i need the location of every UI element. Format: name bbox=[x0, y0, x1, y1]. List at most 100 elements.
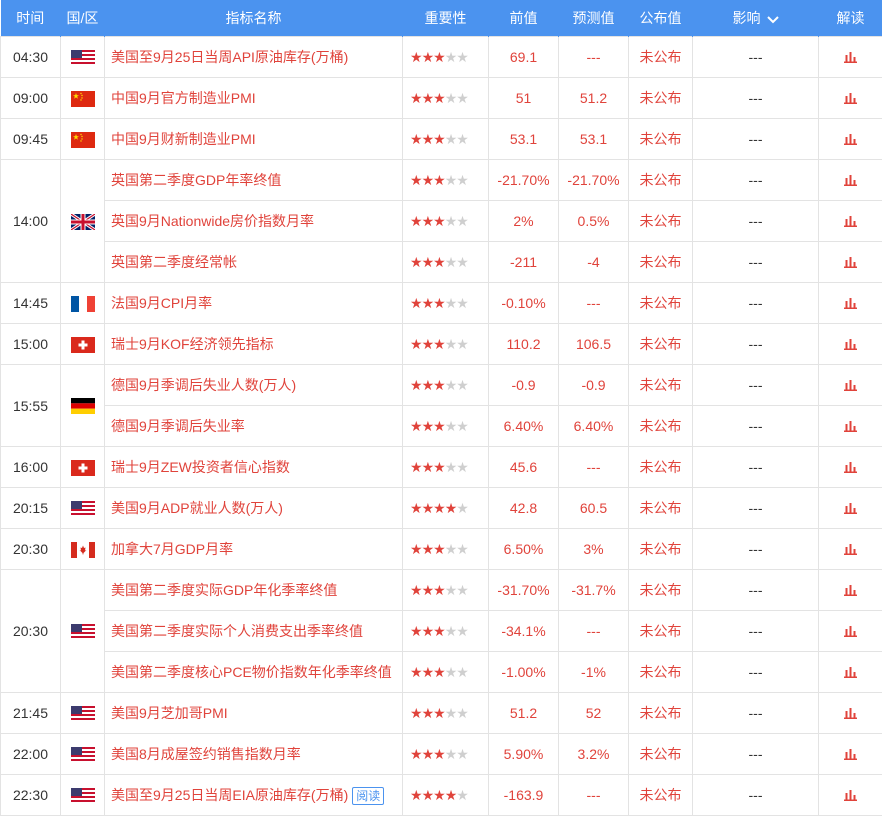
star-filled-icon: ★ bbox=[433, 213, 445, 229]
interpret-cell[interactable] bbox=[819, 693, 882, 734]
bar-chart-icon[interactable] bbox=[844, 665, 857, 681]
header-impact[interactable]: 影响 bbox=[693, 0, 819, 37]
indicator-name-link[interactable]: 瑞士9月KOF经济领先指标 bbox=[111, 336, 274, 352]
bar-chart-icon[interactable] bbox=[844, 91, 857, 107]
interpret-cell[interactable] bbox=[819, 119, 882, 160]
indicator-name-link[interactable]: 美国第二季度核心PCE物价指数年化季率终值 bbox=[111, 664, 392, 680]
bar-chart-icon[interactable] bbox=[844, 460, 857, 476]
switzerland-flag-icon bbox=[71, 460, 95, 476]
event-time: 21:45 bbox=[1, 693, 61, 734]
interpret-cell[interactable] bbox=[819, 242, 882, 283]
france-flag-icon bbox=[71, 296, 95, 312]
bar-chart-icon[interactable] bbox=[844, 173, 857, 189]
indicator-name-cell[interactable]: 中国9月官方制造业PMI bbox=[105, 78, 403, 119]
indicator-name-cell[interactable]: 德国9月季调后失业率 bbox=[105, 406, 403, 447]
indicator-name-link[interactable]: 中国9月财新制造业PMI bbox=[111, 131, 256, 147]
bar-chart-icon[interactable] bbox=[844, 583, 857, 599]
indicator-name-cell[interactable]: 加拿大7月GDP月率 bbox=[105, 529, 403, 570]
bar-chart-icon[interactable] bbox=[844, 747, 857, 763]
bar-chart-icon[interactable] bbox=[844, 214, 857, 230]
chevron-down-icon[interactable] bbox=[767, 11, 779, 27]
bar-chart-icon[interactable] bbox=[844, 337, 857, 353]
indicator-name-link[interactable]: 美国8月成屋签约销售指数月率 bbox=[111, 746, 301, 762]
indicator-name-link[interactable]: 美国9月芝加哥PMI bbox=[111, 705, 228, 721]
interpret-cell[interactable] bbox=[819, 611, 882, 652]
interpret-cell[interactable] bbox=[819, 529, 882, 570]
indicator-name-cell[interactable]: 英国9月Nationwide房价指数月率 bbox=[105, 201, 403, 242]
interpret-cell[interactable] bbox=[819, 652, 882, 693]
interpret-cell[interactable] bbox=[819, 365, 882, 406]
star-filled-icon: ★ bbox=[433, 787, 445, 803]
bar-chart-icon[interactable] bbox=[844, 542, 857, 558]
interpret-cell[interactable] bbox=[819, 570, 882, 611]
indicator-name-cell[interactable]: 美国9月芝加哥PMI bbox=[105, 693, 403, 734]
indicator-name-cell[interactable]: 瑞士9月KOF经济领先指标 bbox=[105, 324, 403, 365]
interpret-cell[interactable] bbox=[819, 488, 882, 529]
indicator-name-link[interactable]: 英国第二季度GDP年率终值 bbox=[111, 172, 281, 188]
indicator-name-link[interactable]: 美国9月ADP就业人数(万人) bbox=[111, 500, 283, 516]
interpret-cell[interactable] bbox=[819, 37, 882, 78]
read-tag-button[interactable]: 阅读 bbox=[352, 787, 384, 805]
indicator-name-cell[interactable]: 美国9月ADP就业人数(万人) bbox=[105, 488, 403, 529]
indicator-name-link[interactable]: 中国9月官方制造业PMI bbox=[111, 90, 256, 106]
impact-value: --- bbox=[693, 201, 819, 242]
interpret-cell[interactable] bbox=[819, 160, 882, 201]
indicator-name-link[interactable]: 加拿大7月GDP月率 bbox=[111, 541, 233, 557]
interpret-cell[interactable] bbox=[819, 734, 882, 775]
bar-chart-icon[interactable] bbox=[844, 296, 857, 312]
bar-chart-icon[interactable] bbox=[844, 501, 857, 517]
indicator-name-cell[interactable]: 英国第二季度经常帐 bbox=[105, 242, 403, 283]
star-empty-icon: ★ bbox=[445, 418, 457, 434]
indicator-name-link[interactable]: 法国9月CPI月率 bbox=[111, 295, 212, 311]
indicator-name-link[interactable]: 美国第二季度实际GDP年化季率终值 bbox=[111, 582, 337, 598]
indicator-name-link[interactable]: 英国第二季度经常帐 bbox=[111, 254, 237, 270]
bar-chart-icon[interactable] bbox=[844, 706, 857, 722]
region-cell bbox=[61, 775, 105, 816]
interpret-cell[interactable] bbox=[819, 775, 882, 816]
indicator-name-cell[interactable]: 法国9月CPI月率 bbox=[105, 283, 403, 324]
indicator-name-link[interactable]: 美国至9月25日当周EIA原油库存(万桶) bbox=[111, 787, 348, 803]
interpret-cell[interactable] bbox=[819, 447, 882, 488]
indicator-name-cell[interactable]: 德国9月季调后失业人数(万人) bbox=[105, 365, 403, 406]
indicator-name-cell[interactable]: 美国第二季度实际个人消费支出季率终值 bbox=[105, 611, 403, 652]
impact-value: --- bbox=[693, 734, 819, 775]
bar-chart-icon[interactable] bbox=[844, 419, 857, 435]
interpret-cell[interactable] bbox=[819, 406, 882, 447]
bar-chart-icon[interactable] bbox=[844, 132, 857, 148]
indicator-name-link[interactable]: 英国9月Nationwide房价指数月率 bbox=[111, 213, 314, 229]
bar-chart-icon[interactable] bbox=[844, 788, 857, 804]
table-row: 16:00瑞士9月ZEW投资者信心指数★★★★★45.6---未公布--- bbox=[1, 447, 882, 488]
previous-value: 53.1 bbox=[489, 119, 559, 160]
event-time: 14:45 bbox=[1, 283, 61, 324]
bar-chart-icon[interactable] bbox=[844, 624, 857, 640]
star-empty-icon: ★ bbox=[456, 705, 468, 721]
indicator-name-cell[interactable]: 美国第二季度核心PCE物价指数年化季率终值 bbox=[105, 652, 403, 693]
indicator-name-link[interactable]: 瑞士9月ZEW投资者信心指数 bbox=[111, 459, 290, 475]
bar-chart-icon[interactable] bbox=[844, 50, 857, 66]
indicator-name-cell[interactable]: 中国9月财新制造业PMI bbox=[105, 119, 403, 160]
indicator-name-link[interactable]: 美国至9月25日当周API原油库存(万桶) bbox=[111, 49, 348, 65]
indicator-name-link[interactable]: 德国9月季调后失业率 bbox=[111, 418, 245, 434]
interpret-cell[interactable] bbox=[819, 283, 882, 324]
interpret-cell[interactable] bbox=[819, 201, 882, 242]
bar-chart-icon[interactable] bbox=[844, 378, 857, 394]
star-empty-icon: ★ bbox=[445, 459, 457, 475]
indicator-name-cell[interactable]: 瑞士9月ZEW投资者信心指数 bbox=[105, 447, 403, 488]
importance-stars: ★★★★★ bbox=[403, 78, 489, 119]
region-cell bbox=[61, 693, 105, 734]
interpret-cell[interactable] bbox=[819, 78, 882, 119]
impact-value: --- bbox=[693, 693, 819, 734]
actual-value: 未公布 bbox=[629, 242, 693, 283]
indicator-name-cell[interactable]: 美国至9月25日当周API原油库存(万桶) bbox=[105, 37, 403, 78]
indicator-name-cell[interactable]: 英国第二季度GDP年率终值 bbox=[105, 160, 403, 201]
interpret-cell[interactable] bbox=[819, 324, 882, 365]
indicator-name-link[interactable]: 德国9月季调后失业人数(万人) bbox=[111, 377, 296, 393]
indicator-name-cell[interactable]: 美国8月成屋签约销售指数月率 bbox=[105, 734, 403, 775]
star-empty-icon: ★ bbox=[445, 295, 457, 311]
indicator-name-cell[interactable]: 美国第二季度实际GDP年化季率终值 bbox=[105, 570, 403, 611]
forecast-value: 6.40% bbox=[559, 406, 629, 447]
indicator-name-cell[interactable]: 美国至9月25日当周EIA原油库存(万桶)阅读 bbox=[105, 775, 403, 816]
indicator-name-link[interactable]: 美国第二季度实际个人消费支出季率终值 bbox=[111, 623, 363, 639]
bar-chart-icon[interactable] bbox=[844, 255, 857, 271]
impact-value: --- bbox=[693, 324, 819, 365]
